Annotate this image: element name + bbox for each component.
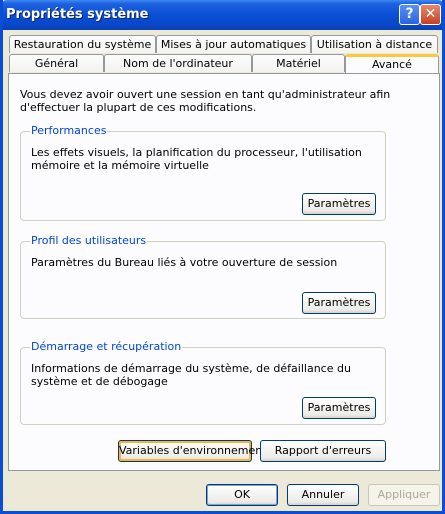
tab-restauration-systeme[interactable]: Restauration du système [9,35,156,53]
tab-utilisation-a-distance[interactable]: Utilisation à distance [311,35,438,53]
performances-settings-button[interactable]: Paramètres [302,193,376,215]
error-report-button[interactable]: Rapport d'erreurs [260,440,386,462]
tab-general[interactable]: Général [9,54,104,72]
help-button[interactable]: ? [399,4,420,25]
profil-utilisateurs-legend: Profil des utilisateurs [30,234,148,247]
system-properties-window: Propriétés système ? ✕ Restauration du s… [0,0,445,514]
environment-variables-button[interactable]: Variables d'environnement [118,440,267,462]
cancel-button[interactable]: Annuler [287,484,359,506]
performances-description: Les effets visuels, la planification du … [31,146,362,172]
apply-button[interactable]: Appliquer [368,484,440,506]
performances-legend: Performances [30,124,108,137]
tab-materiel[interactable]: Matériel [252,54,345,72]
ok-button[interactable]: OK [206,484,278,506]
admin-notice-text: Vous devez avoir ouvert une session en t… [20,88,391,114]
tab-avance[interactable]: Avancé [345,54,439,73]
tab-mises-a-jour-automatiques[interactable]: Mises à jour automatiques [156,35,311,53]
demarrage-settings-button[interactable]: Paramètres [302,397,376,419]
profil-settings-button[interactable]: Paramètres [302,292,376,314]
tab-nom-ordinateur[interactable]: Nom de l'ordinateur [104,54,252,72]
window-title: Propriétés système [6,7,149,22]
close-button[interactable]: ✕ [420,4,441,25]
demarrage-recuperation-description: Informations de démarrage du système, de… [31,362,351,388]
title-bar[interactable]: Propriétés système ? ✕ [3,0,442,30]
profil-utilisateurs-description: Paramètres du Bureau liés à votre ouvert… [31,256,338,269]
demarrage-recuperation-legend: Démarrage et récupération [30,340,183,353]
